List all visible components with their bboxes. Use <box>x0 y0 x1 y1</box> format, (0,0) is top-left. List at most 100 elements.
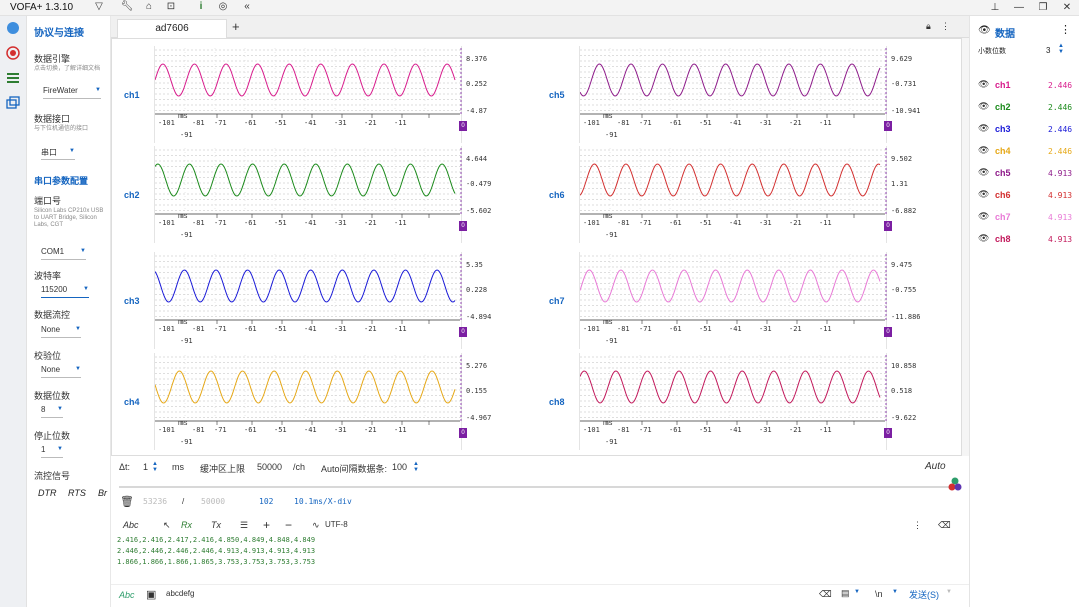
data-bits-select[interactable]: 8 ▼ <box>41 405 63 418</box>
eye-icon[interactable]: 👁︎ <box>978 25 991 36</box>
wrench-icon[interactable]: 🔧︎ <box>120 1 134 12</box>
baud-select[interactable]: 115200 ▼ <box>41 285 89 298</box>
cursor-tag[interactable]: 0 <box>459 221 467 231</box>
chevron-down-icon[interactable]: ▼ <box>854 589 860 595</box>
cursor-tag[interactable]: 0 <box>884 121 892 131</box>
channel-item-ch7[interactable]: 👁︎ ch7 4.913 <box>978 211 1076 225</box>
cursor-tag[interactable]: 0 <box>459 428 467 438</box>
waveform-plot[interactable] <box>579 353 888 450</box>
vofa-logo-icon[interactable]: ▽ <box>92 1 106 12</box>
cursor-tag[interactable]: 0 <box>459 121 467 131</box>
windows-icon[interactable] <box>5 96 21 112</box>
dt-stepper-icon[interactable]: ▲ ▼ <box>152 461 158 473</box>
fingerprint-icon[interactable]: ◎ <box>216 1 230 12</box>
send-button[interactable]: 发送(S) <box>909 588 939 601</box>
lock-icon[interactable]: 🔒︎ <box>926 21 931 32</box>
more-vert-icon[interactable]: ⋮ <box>941 21 950 32</box>
menu-icon[interactable] <box>5 71 21 87</box>
br-toggle[interactable]: Br <box>98 488 107 498</box>
add-tab-icon[interactable]: + <box>232 19 240 34</box>
plus-icon[interactable]: + <box>263 518 270 532</box>
buffer-input[interactable]: 50000 <box>257 462 282 472</box>
record-icon[interactable] <box>5 46 21 62</box>
abc-mode-button[interactable]: Abc <box>123 520 139 530</box>
interface-select[interactable]: 串口 ▼ <box>41 147 75 160</box>
channel-item-ch5[interactable]: 👁︎ ch5 4.913 <box>978 167 1076 181</box>
eye-icon[interactable]: 👁︎ <box>978 145 989 156</box>
rx-toggle[interactable]: Rx <box>181 520 192 530</box>
dtr-toggle[interactable]: DTR <box>38 488 57 498</box>
close-icon[interactable]: ✕ <box>1056 0 1078 15</box>
minus-icon[interactable]: − <box>285 518 292 532</box>
file-icon[interactable]: ▣ <box>146 588 156 601</box>
eye-icon[interactable]: 👁︎ <box>978 167 989 178</box>
connection-status-icon[interactable] <box>5 21 21 37</box>
tx-toggle[interactable]: Tx <box>211 520 221 530</box>
eye-icon[interactable]: 👁︎ <box>978 79 989 90</box>
dt-input[interactable]: 1 <box>143 462 148 472</box>
newline-select[interactable]: \n <box>875 589 883 599</box>
tab-ad7606[interactable]: ad7606 <box>117 19 227 38</box>
color-slider-handle-icon[interactable] <box>947 476 963 494</box>
engine-select[interactable]: FireWater ▼ <box>43 86 101 99</box>
decimals-stepper-icon[interactable]: ▲ ▼ <box>1058 43 1064 55</box>
format-icon[interactable]: ☰ <box>240 520 248 531</box>
chevron-down-icon[interactable]: ▼ <box>892 589 898 595</box>
cursor-icon[interactable]: ↖ <box>163 520 171 531</box>
plot-panel[interactable]: ch2 4.644 -0.479 -5.602 -101 -81 -71 -61 -51 -41 -… <box>114 145 534 246</box>
clear-send-icon[interactable]: ⌫ <box>819 589 832 600</box>
auto-stepper-icon[interactable]: ▲ ▼ <box>413 461 419 473</box>
eye-icon[interactable]: 👁︎ <box>978 233 989 244</box>
waveform-plot[interactable] <box>154 252 463 349</box>
more-vert-icon[interactable]: ⋮ <box>1060 23 1071 36</box>
stop-bits-select[interactable]: 1 ▼ <box>41 445 63 458</box>
channel-item-ch4[interactable]: 👁︎ ch4 2.446 <box>978 145 1076 159</box>
plot-panel[interactable]: ch6 9.502 1.31 -6.882 -101 -81 -71 -61 -51 -41 -31… <box>539 145 959 246</box>
plot-panel[interactable]: ch8 10.858 0.518 -9.622 -101 -81 -71 -61 -51 -41 -… <box>539 352 959 453</box>
rts-toggle[interactable]: RTS <box>68 488 86 498</box>
channel-item-ch3[interactable]: 👁︎ ch3 2.446 <box>978 123 1076 137</box>
pin-icon[interactable]: ⊥ <box>984 0 1006 15</box>
capture-icon[interactable]: ⊡ <box>164 1 178 12</box>
waveform-plot[interactable] <box>579 46 888 143</box>
decimals-input[interactable]: 3 <box>1046 46 1050 55</box>
auto-interval-input[interactable]: 100 <box>392 462 407 472</box>
send-input[interactable]: abcdefg <box>166 589 194 598</box>
channel-item-ch1[interactable]: 👁︎ ch1 2.446 <box>978 79 1076 93</box>
plot-panel[interactable]: ch5 9.629 -0.731 -10.941 -101 -81 -71 -61 -51 -41… <box>539 45 959 146</box>
eye-icon[interactable]: 👁︎ <box>978 123 989 134</box>
shirt-icon[interactable]: ⌂ <box>142 1 156 12</box>
trash-icon[interactable]: 🗑︎ <box>120 495 134 508</box>
minimize-icon[interactable]: — <box>1008 0 1030 15</box>
waveform-plot[interactable] <box>154 46 463 143</box>
eye-icon[interactable]: 👁︎ <box>978 189 989 200</box>
eye-icon[interactable]: 👁︎ <box>978 101 989 112</box>
waveform-plot[interactable] <box>579 252 888 349</box>
chevron-down-icon[interactable]: ▼ <box>946 589 952 595</box>
eye-icon[interactable]: 👁︎ <box>978 211 989 222</box>
waveform-plot[interactable] <box>154 146 463 243</box>
cursor-tag[interactable]: 0 <box>884 428 892 438</box>
cursor-tag[interactable]: 0 <box>884 327 892 337</box>
send-abc-mode[interactable]: Abc <box>119 590 135 600</box>
restore-icon[interactable]: ❐ <box>1032 0 1054 15</box>
encoding-select[interactable]: UTF-8 <box>325 520 348 529</box>
plot-panel[interactable]: ch3 5.35 0.228 -4.894 -101 -81 -71 -61 -51 -41 -31… <box>114 251 534 352</box>
flow-control-select[interactable]: None ▼ <box>41 325 81 338</box>
waveform-plot[interactable] <box>579 146 888 243</box>
plot-panel[interactable]: ch1 8.376 0.252 -4.87 -101 -81 -71 -61 -51 -41 -31… <box>114 45 534 146</box>
channel-item-ch2[interactable]: 👁︎ ch2 2.446 <box>978 101 1076 115</box>
waveform-icon[interactable]: ∿ <box>312 520 320 531</box>
cursor-tag[interactable]: 0 <box>884 221 892 231</box>
channel-item-ch6[interactable]: 👁︎ ch6 4.913 <box>978 189 1076 203</box>
channel-item-ch8[interactable]: 👁︎ ch8 4.913 <box>978 233 1076 247</box>
plot-panel[interactable]: ch7 9.475 -0.755 -11.886 -101 -81 -71 -61 -51 -41… <box>539 251 959 352</box>
waveform-plot[interactable] <box>154 353 463 450</box>
more-vert-icon[interactable]: ⋮ <box>913 520 922 531</box>
info-icon[interactable]: i <box>194 1 208 12</box>
port-select[interactable]: COM1 ▼ <box>41 247 86 260</box>
auto-mode-button[interactable]: Auto <box>925 461 946 472</box>
eraser-icon[interactable]: ⌫ <box>938 520 951 531</box>
history-icon[interactable]: ▤ <box>841 588 850 599</box>
scroll-track[interactable] <box>119 486 961 488</box>
